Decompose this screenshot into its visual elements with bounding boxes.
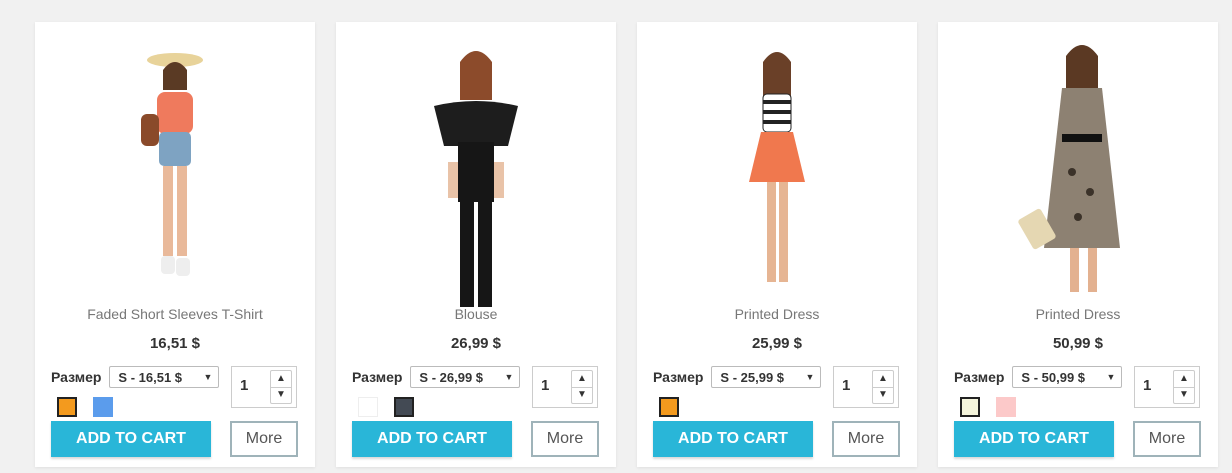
size-label: Размер xyxy=(352,369,403,385)
quantity-value[interactable]: 1 xyxy=(240,377,248,394)
quantity-stepper[interactable]: 1 ▲ ▼ xyxy=(833,366,899,408)
size-label: Размер xyxy=(653,369,704,385)
chevron-up-icon[interactable]: ▲ xyxy=(271,371,291,388)
chevron-down-icon[interactable]: ▼ xyxy=(873,387,893,403)
color-swatches xyxy=(659,397,679,417)
product-price: 25,99 $ xyxy=(751,335,803,352)
chevron-down-icon[interactable]: ▼ xyxy=(271,387,291,403)
product-image[interactable] xyxy=(637,22,917,307)
product-card: Printed Dress 25,99 $ Размер S - 25,99 $… xyxy=(637,22,917,467)
quantity-value[interactable]: 1 xyxy=(1143,377,1151,394)
color-swatches xyxy=(960,397,1016,417)
size-select[interactable]: S - 26,99 $ ▼ xyxy=(410,366,521,388)
quantity-stepper[interactable]: 1 ▲ ▼ xyxy=(532,366,598,408)
product-price: 26,99 $ xyxy=(450,335,502,352)
size-row: Размер S - 16,51 $ ▼ xyxy=(51,366,220,388)
more-button[interactable]: More xyxy=(230,421,298,457)
chevron-down-icon[interactable]: ▼ xyxy=(1174,387,1194,403)
add-to-cart-button[interactable]: ADD TO CART xyxy=(51,421,211,457)
chevron-up-icon[interactable]: ▲ xyxy=(1174,371,1194,388)
more-button[interactable]: More xyxy=(832,421,900,457)
size-select-value: S - 26,99 $ xyxy=(419,369,484,385)
size-select[interactable]: S - 25,99 $ ▼ xyxy=(711,366,822,388)
quantity-steps: ▲ ▼ xyxy=(1173,370,1195,404)
size-label: Размер xyxy=(51,369,102,385)
product-image[interactable] xyxy=(336,22,616,307)
chevron-down-icon[interactable]: ▼ xyxy=(572,387,592,403)
product-card: Blouse 26,99 $ Размер S - 26,99 $ ▼ 1 ▲ … xyxy=(336,22,616,467)
product-price: 16,51 $ xyxy=(149,335,201,352)
color-swatch[interactable] xyxy=(57,397,77,417)
product-card: Printed Dress 50,99 $ Размер S - 50,99 $… xyxy=(938,22,1218,467)
more-button[interactable]: More xyxy=(531,421,599,457)
add-to-cart-button[interactable]: ADD TO CART xyxy=(653,421,813,457)
color-swatch[interactable] xyxy=(394,397,414,417)
quantity-stepper[interactable]: 1 ▲ ▼ xyxy=(1134,366,1200,408)
color-swatch[interactable] xyxy=(960,397,980,417)
caret-down-icon: ▼ xyxy=(504,372,514,382)
size-select[interactable]: S - 16,51 $ ▼ xyxy=(109,366,220,388)
caret-down-icon: ▼ xyxy=(805,372,815,382)
size-select-value: S - 50,99 $ xyxy=(1021,369,1086,385)
color-swatches xyxy=(358,397,414,417)
size-select-value: S - 25,99 $ xyxy=(720,369,785,385)
product-name[interactable]: Printed Dress xyxy=(637,306,917,322)
product-grid: Faded Short Sleeves T-Shirt 16,51 $ Разм… xyxy=(0,0,1232,473)
product-name[interactable]: Blouse xyxy=(336,306,616,322)
quantity-steps: ▲ ▼ xyxy=(872,370,894,404)
size-select[interactable]: S - 50,99 $ ▼ xyxy=(1012,366,1123,388)
size-row: Размер S - 25,99 $ ▼ xyxy=(653,366,822,388)
quantity-value[interactable]: 1 xyxy=(541,377,549,394)
add-to-cart-button[interactable]: ADD TO CART xyxy=(954,421,1114,457)
color-swatch[interactable] xyxy=(996,397,1016,417)
add-to-cart-button[interactable]: ADD TO CART xyxy=(352,421,512,457)
product-name[interactable]: Faded Short Sleeves T-Shirt xyxy=(35,306,315,322)
chevron-up-icon[interactable]: ▲ xyxy=(873,371,893,388)
caret-down-icon: ▼ xyxy=(1106,372,1116,382)
quantity-steps: ▲ ▼ xyxy=(270,370,292,404)
product-card: Faded Short Sleeves T-Shirt 16,51 $ Разм… xyxy=(35,22,315,467)
size-label: Размер xyxy=(954,369,1005,385)
color-swatches xyxy=(57,397,113,417)
quantity-stepper[interactable]: 1 ▲ ▼ xyxy=(231,366,297,408)
product-image[interactable] xyxy=(35,22,315,307)
color-swatch[interactable] xyxy=(93,397,113,417)
chevron-up-icon[interactable]: ▲ xyxy=(572,371,592,388)
more-button[interactable]: More xyxy=(1133,421,1201,457)
product-price: 50,99 $ xyxy=(1052,335,1104,352)
size-row: Размер S - 26,99 $ ▼ xyxy=(352,366,521,388)
color-swatch[interactable] xyxy=(358,397,378,417)
quantity-steps: ▲ ▼ xyxy=(571,370,593,404)
color-swatch[interactable] xyxy=(659,397,679,417)
caret-down-icon: ▼ xyxy=(203,372,213,382)
size-row: Размер S - 50,99 $ ▼ xyxy=(954,366,1123,388)
quantity-value[interactable]: 1 xyxy=(842,377,850,394)
product-image[interactable] xyxy=(938,22,1218,307)
product-name[interactable]: Printed Dress xyxy=(938,306,1218,322)
size-select-value: S - 16,51 $ xyxy=(118,369,183,385)
